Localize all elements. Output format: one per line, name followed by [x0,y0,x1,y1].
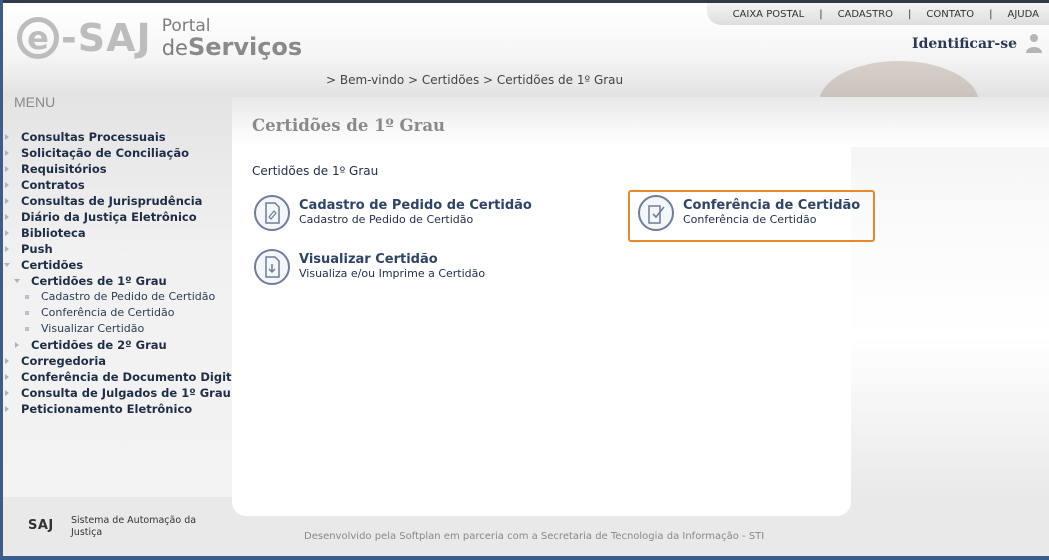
sidebar-item-label: Corregedoria [21,354,107,368]
chevron-right-icon [15,342,19,348]
logo-portal-text: Portal deServiços [162,17,303,59]
identificar-se-link[interactable]: Identificar-se [912,36,1017,52]
sidebar-item-consultas-processuais[interactable]: Consultas Processuais [0,129,232,145]
sidebar-item-biblioteca[interactable]: Biblioteca [0,225,232,241]
sidebar-item-label: Biblioteca [21,226,86,240]
top-nav-separator: | [908,8,912,20]
option-subtitle: Cadastro de Pedido de Certidão [299,213,474,226]
document-check-icon [638,195,674,231]
sidebar-item-label: Consultas Processuais [21,130,166,144]
sidebar-item-label: Consultas de Jurisprudência [21,194,203,208]
sidebar-item-label: Cadastro de Pedido de Certidão [41,290,216,303]
logo-portal-line2: deServiços [162,35,303,59]
top-nav: CAIXA POSTAL | CADASTRO | CONTATO | AJUD… [706,3,1049,25]
chevron-right-icon [5,198,9,204]
sidebar-item-conferencia-certidao[interactable]: Conferência de Certidão [0,305,232,321]
sidebar-item-push[interactable]: Push [0,241,232,257]
chevron-right-icon [5,374,9,380]
sidebar-item-label: Solicitação de Conciliação [21,146,190,160]
sidebar-menu: Consultas Processuais Solicitação de Con… [0,129,243,417]
section-label: Certidões de 1º Grau [252,164,379,178]
top-nav-cadastro[interactable]: CADASTRO [838,9,893,20]
logo-saj-text: -SAJ [61,16,152,60]
sidebar-item-label: Contratos [21,178,85,192]
top-nav-contato[interactable]: CONTATO [926,9,974,20]
option-cadastro-pedido[interactable]: Cadastro de Pedido de Certidão Cadastro … [254,195,532,231]
top-nav-ajuda[interactable]: AJUDA [1008,9,1039,20]
top-nav-caixa-postal[interactable]: CAIXA POSTAL [733,9,805,20]
top-nav-separator: | [989,8,993,20]
logo-portal-servicos: Serviços [187,32,303,61]
sidebar-item-label: Diário da Justiça Eletrônico [21,210,197,224]
sidebar-item-label: Push [21,242,53,256]
chevron-right-icon [5,406,9,412]
chevron-right-icon [5,182,9,188]
main-content [232,97,851,516]
sidebar-item-label: Certidões [21,258,84,272]
sidebar-item-label: Peticionamento Eletrônico [21,402,193,416]
chevron-right-icon [5,150,9,156]
option-title: Visualizar Certidão [299,252,438,267]
option-text: Conferência de Certidão Conferência de C… [683,199,860,227]
document-sign-icon [254,195,290,231]
chevron-right-icon [5,390,9,396]
option-visualizar-certidao[interactable]: Visualizar Certidão Visualiza e/ou Impri… [254,249,485,285]
sidebar-item-peticionamento[interactable]: Peticionamento Eletrônico [0,401,232,417]
sidebar-item-certidoes-2-grau[interactable]: Certidões de 2º Grau [0,337,232,353]
sidebar-item-label: Visualizar Certidão [41,322,145,335]
menu-title: MENU [14,94,56,110]
top-nav-separator: | [819,8,823,20]
sidebar-item-label: Conferência de Documento Digital [21,370,244,384]
user-icon[interactable] [1025,33,1043,53]
sidebar-item-requisitorios[interactable]: Requisitórios [0,161,232,177]
chevron-right-icon [5,134,9,140]
esaj-logo[interactable]: e -SAJ Portal deServiços [17,13,302,63]
chevron-right-icon [5,358,9,364]
sidebar-item-label: Requisitórios [21,162,107,176]
sidebar-item-jurisprudencia[interactable]: Consultas de Jurisprudência [0,193,232,209]
sidebar-item-label: Certidões de 1º Grau [31,274,167,288]
option-text: Visualizar Certidão Visualiza e/ou Impri… [299,253,485,281]
sidebar-item-corregedoria[interactable]: Corregedoria [0,353,232,369]
chevron-right-icon [5,230,9,236]
sidebar-item-contratos[interactable]: Contratos [0,177,232,193]
chevron-down-icon [4,263,10,267]
sidebar-item-conferencia-documento[interactable]: Conferência de Documento Digital [0,369,243,385]
option-title: Conferência de Certidão [683,198,861,213]
footer-system-name: Sistema de Automação da Justiça [71,515,197,538]
bullet-icon [25,295,29,299]
window-bottom-strip [0,556,1049,560]
sidebar-item-label: Conferência de Certidão [41,306,175,319]
sidebar-item-certidoes-1-grau[interactable]: Certidões de 1º Grau [0,273,232,289]
document-download-icon [254,249,290,285]
chevron-right-icon [5,246,9,252]
header: e -SAJ Portal deServiços CAIXA POSTAL | … [3,3,1049,189]
sidebar-item-label: Consulta de Julgados de 1º Grau [21,386,231,400]
option-subtitle: Visualiza e/ou Imprime a Certidão [299,267,486,280]
footer-developed-by: Desenvolvido pela Softplan em parceria c… [304,531,765,542]
sidebar-item-solicitacao-conciliacao[interactable]: Solicitação de Conciliação [0,145,232,161]
sidebar-item-certidoes[interactable]: Certidões [0,257,232,273]
content-right-panel [851,97,1049,497]
option-text: Cadastro de Pedido de Certidão Cadastro … [299,199,532,227]
sidebar-item-cadastro-pedido[interactable]: Cadastro de Pedido de Certidão [0,289,232,305]
breadcrumb: > Bem-vindo > Certidões > Certidões de 1… [326,73,624,87]
option-title: Cadastro de Pedido de Certidão [299,198,532,213]
chevron-right-icon [5,166,9,172]
chevron-down-icon [14,279,20,283]
bullet-icon [25,327,29,331]
sidebar-item-label: Certidões de 2º Grau [31,338,167,352]
option-conferencia-certidao[interactable]: Conferência de Certidão Conferência de C… [638,195,860,231]
chevron-right-icon [5,214,9,220]
sidebar-item-diario-justica[interactable]: Diário da Justiça Eletrônico [0,209,232,225]
logo-portal-de: de [161,35,188,60]
option-subtitle: Conferência de Certidão [683,213,817,226]
footer-saj-logo: SAJ [28,518,54,533]
page-title: Certidões de 1º Grau [252,116,446,135]
logo-e-mark: e [17,17,59,59]
bullet-icon [25,311,29,315]
sidebar-item-visualizar-certidao[interactable]: Visualizar Certidão [0,321,232,337]
sidebar-item-consulta-julgados[interactable]: Consulta de Julgados de 1º Grau [0,385,232,401]
